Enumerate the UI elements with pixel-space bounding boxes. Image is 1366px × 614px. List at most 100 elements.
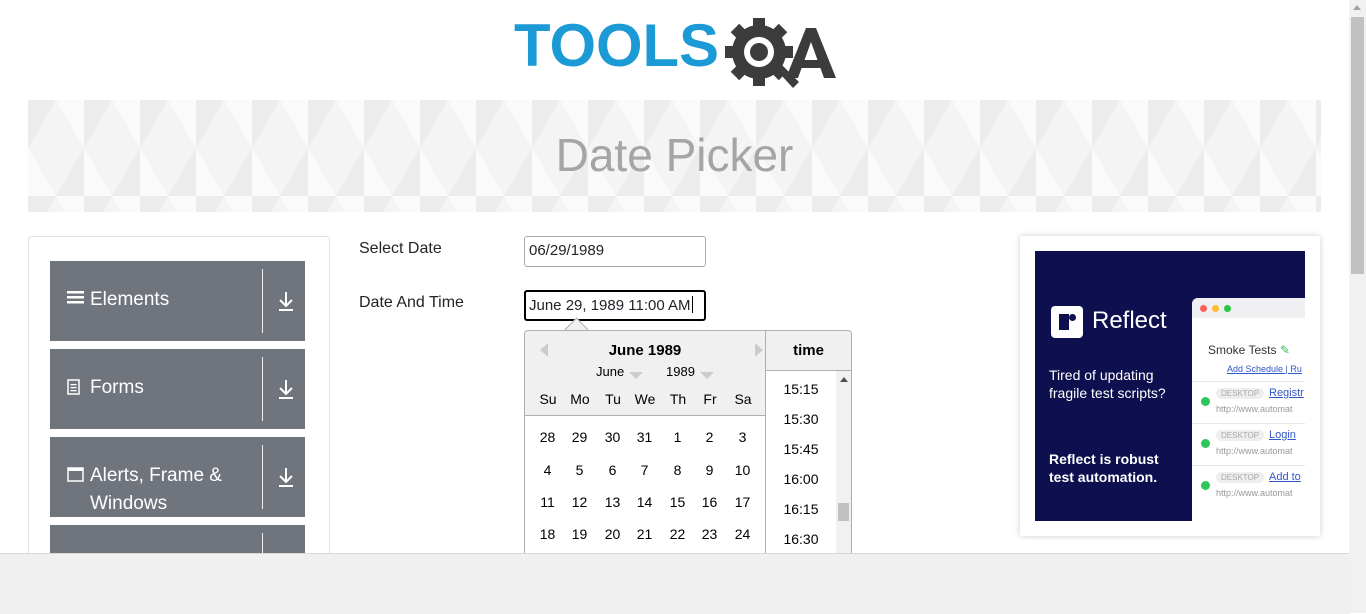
time-option[interactable]: 15:45	[766, 441, 836, 457]
weekday-label: Su	[539, 391, 557, 407]
divider	[262, 357, 263, 421]
time-option[interactable]: 16:00	[766, 471, 836, 487]
minimize-dot-icon	[1212, 305, 1219, 312]
calendar-day[interactable]: 31	[631, 424, 658, 451]
download-icon	[279, 468, 293, 487]
next-month-icon[interactable]	[755, 343, 763, 357]
maximize-dot-icon	[1224, 305, 1231, 312]
sidebar: Elements Forms Alerts, Frame & Windows	[28, 236, 330, 605]
calendar-day[interactable]: 23	[696, 521, 723, 548]
advertisement[interactable]: Reflect Tired of updating fragile test s…	[1020, 236, 1320, 536]
calendar-day[interactable]: 7	[631, 457, 658, 484]
calendar-day[interactable]: 17	[729, 489, 756, 516]
close-dot-icon	[1200, 305, 1207, 312]
calendar-day[interactable]: 6	[599, 457, 626, 484]
status-dot-icon	[1201, 439, 1210, 448]
calendar-day[interactable]: 13	[599, 489, 626, 516]
ad-schedule-link: Add Schedule | Ru	[1227, 364, 1302, 374]
page-banner: Date Picker	[28, 100, 1321, 212]
status-dot-icon	[1201, 481, 1210, 490]
scrollbar-thumb[interactable]	[1351, 17, 1364, 274]
calendar-day[interactable]: 28	[534, 424, 561, 451]
calendar-day[interactable]: 10	[729, 457, 756, 484]
text-caret	[691, 296, 693, 313]
calendar-day[interactable]: 5	[566, 457, 593, 484]
time-option[interactable]: 16:15	[766, 501, 836, 517]
reflect-logo-icon	[1051, 306, 1083, 338]
calendar-day[interactable]: 8	[664, 457, 691, 484]
toolsqa-logo[interactable]: TOOLS	[514, 14, 839, 92]
time-option[interactable]: 15:15	[766, 381, 836, 397]
calendar-day[interactable]: 18	[534, 521, 561, 548]
document-icon	[67, 379, 81, 398]
select-date-input[interactable]: 06/29/1989	[524, 236, 706, 267]
ad-banner[interactable]: Reflect Tired of updating fragile test s…	[1035, 251, 1305, 521]
sidebar-group-label: Elements	[90, 289, 170, 310]
date-time-input[interactable]: June 29, 1989 11:00 AM	[524, 290, 706, 321]
ad-schedule-more: Ru	[1290, 364, 1302, 374]
ad-test-row: DESKTOP Registr http://www.automat	[1192, 381, 1305, 422]
calendar-month-title: June 1989	[608, 342, 682, 359]
year-select-value: 1989	[666, 364, 695, 379]
calendar-day[interactable]: 24	[729, 521, 756, 548]
sidebar-group-forms[interactable]: Forms	[50, 349, 305, 429]
month-select[interactable]: June	[596, 364, 644, 379]
ad-tagline: Tired of updating fragile test scripts?	[1049, 367, 1166, 401]
select-date-value: 06/29/1989	[529, 242, 605, 259]
calendar-day[interactable]: 14	[631, 489, 658, 516]
calendar-day[interactable]: 3	[729, 424, 756, 451]
weekday-label: Sa	[734, 391, 752, 407]
ad-row-link: Registr	[1269, 387, 1304, 399]
divider	[262, 445, 263, 509]
scroll-up-icon[interactable]	[1353, 5, 1361, 10]
calendar-day[interactable]: 30	[599, 424, 626, 451]
ad-row-link: Add to	[1269, 471, 1301, 483]
weekday-label: Fr	[703, 391, 717, 407]
ad-brand: Reflect	[1092, 307, 1167, 334]
calendar-day[interactable]: 1	[664, 424, 691, 451]
weekday-label: Mo	[570, 391, 590, 407]
calendar-day[interactable]: 20	[599, 521, 626, 548]
pencil-icon: ✎	[1279, 343, 1290, 357]
calendar-day[interactable]: 22	[664, 521, 691, 548]
header: TOOLS	[0, 0, 1349, 100]
scrollbar-thumb[interactable]	[838, 503, 849, 521]
calendar-day[interactable]: 15	[664, 489, 691, 516]
ad-test-row: DESKTOP Login http://www.automat	[1192, 423, 1305, 464]
window-icon	[67, 467, 84, 485]
divider	[262, 269, 263, 333]
calendar-day[interactable]: 29	[566, 424, 593, 451]
calendar-day[interactable]: 11	[534, 489, 561, 516]
page-title: Date Picker	[555, 129, 794, 181]
time-option[interactable]: 15:30	[766, 411, 836, 427]
time-option[interactable]: 16:30	[766, 531, 836, 547]
sidebar-group-alerts[interactable]: Alerts, Frame & Windows	[50, 437, 305, 517]
month-select-value: June	[596, 364, 625, 379]
ad-row-tag: DESKTOP	[1216, 388, 1265, 399]
ad-tagline-bold: Reflect is robust test automation.	[1049, 451, 1159, 485]
calendar-day[interactable]: 4	[534, 457, 561, 484]
svg-text:TOOLS: TOOLS	[514, 14, 719, 79]
calendar-day[interactable]: 2	[696, 424, 723, 451]
sidebar-group-elements[interactable]: Elements	[50, 261, 305, 341]
date-time-value: June 29, 1989 11:00 AM	[529, 297, 691, 314]
window-titlebar	[1192, 298, 1305, 318]
ad-row-url: http://www.automat	[1216, 446, 1293, 456]
ad-row-link: Login	[1269, 429, 1296, 441]
select-date-label: Select Date	[359, 240, 442, 257]
page-scrollbar[interactable]	[1349, 0, 1366, 613]
ad-row-url: http://www.automat	[1216, 488, 1293, 498]
year-select[interactable]: 1989	[666, 364, 714, 379]
calendar-day[interactable]: 16	[696, 489, 723, 516]
ad-app-window: Smoke Tests ✎ Add Schedule | Ru DESKTOP R…	[1192, 298, 1305, 521]
calendar-day[interactable]: 9	[696, 457, 723, 484]
scroll-up-icon[interactable]	[840, 377, 848, 382]
calendar-day[interactable]: 19	[566, 521, 593, 548]
sidebar-group-label: Alerts, Frame & Windows	[90, 465, 222, 514]
weekday-label: Th	[669, 391, 687, 407]
time-list: time 15:1515:3015:4516:0016:1516:3016:45	[765, 331, 851, 590]
weekday-label: Tu	[605, 391, 621, 407]
calendar-day[interactable]: 12	[566, 489, 593, 516]
calendar-day[interactable]: 21	[631, 521, 658, 548]
chevron-down-icon	[629, 372, 644, 379]
